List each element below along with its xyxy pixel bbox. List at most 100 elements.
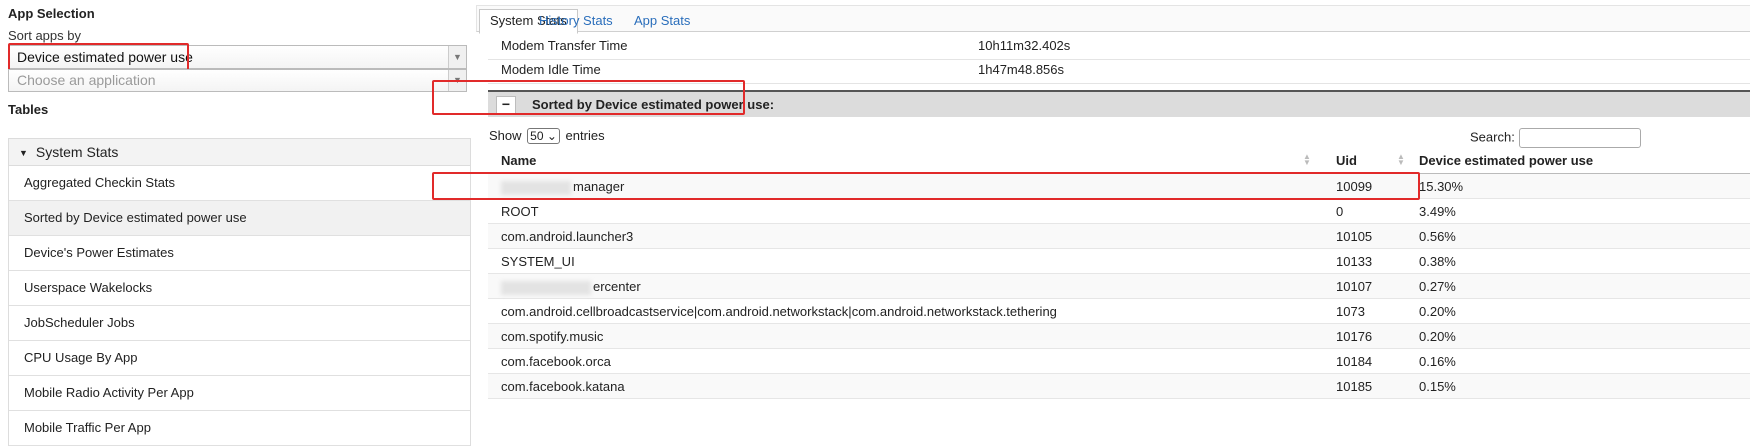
cell-name-text: com.spotify.music (501, 329, 604, 344)
cell-name-text: SYSTEM_UI (501, 254, 575, 269)
entries-select[interactable]: 50 ⌄ (527, 128, 560, 144)
cell-power: 0.56% (1419, 229, 1456, 244)
cell-name-text: com.android.cellbroadcastservice|com.and… (501, 304, 1057, 319)
sort-label: Sort apps by (8, 28, 81, 43)
app-selection-heading: App Selection (8, 6, 95, 21)
tables-heading: Tables (8, 102, 49, 117)
app-select[interactable]: Choose an application ▼ (8, 69, 467, 92)
table-row[interactable]: com.android.launcher3 10105 0.56% (488, 224, 1750, 249)
column-header-name[interactable]: Name (501, 153, 536, 168)
cell-uid: 10099 (1336, 179, 1373, 194)
search-label: Search: (1470, 129, 1515, 145)
kv-value: 1h47m48.856s (978, 62, 1065, 77)
tab-app-stats[interactable]: App Stats (634, 10, 690, 32)
cell-uid: 0 (1336, 204, 1344, 219)
cell-power: 0.15% (1419, 379, 1456, 394)
kv-key: Modem Idle Time (501, 62, 601, 77)
left-panel: App Selection Sort apps by Device estima… (0, 0, 471, 446)
table-row[interactable]: ercenter 10107 0.27% (488, 274, 1750, 299)
kv-key: Modem Transfer Time (501, 38, 628, 53)
page-length-control: Show 50 ⌄ entries (489, 128, 605, 144)
table-row[interactable]: ROOT 0 3.49% (488, 199, 1750, 224)
cell-name: com.facebook.katana (501, 379, 625, 394)
power-table: Name ▲ ▼ Uid ▲ ▼ Device estimated power us… (488, 147, 1750, 399)
search-input[interactable] (1518, 128, 1641, 148)
cell-name-text: ROOT (501, 204, 539, 219)
table-item-power-estimates[interactable]: Device's Power Estimates (9, 236, 470, 271)
cell-name: ROOT (501, 204, 539, 219)
column-header-uid[interactable]: Uid (1336, 153, 1357, 168)
table-item-userspace-wakelocks[interactable]: Userspace Wakelocks (9, 271, 470, 306)
table-row[interactable]: com.facebook.orca 10184 0.16% (488, 349, 1750, 374)
search-control: Search: (1470, 128, 1641, 148)
cell-power: 3.49% (1419, 204, 1456, 219)
dropdown-arrow-icon: ▼ (448, 46, 466, 68)
app-select-placeholder: Choose an application (17, 72, 156, 88)
column-header-power[interactable]: Device estimated power use (1419, 153, 1593, 168)
cell-name: com.android.launcher3 (501, 229, 633, 244)
kv-row: Modem Transfer Time 10h11m32.402s (488, 33, 1750, 60)
table-header: Name ▲ ▼ Uid ▲ ▼ Device estimated power us… (488, 147, 1750, 174)
redaction-blur (501, 180, 571, 195)
redaction-blur (501, 280, 591, 295)
chevron-down-icon: ⌄ (546, 129, 557, 143)
cell-uid: 10176 (1336, 329, 1373, 344)
cell-name: manager (501, 179, 624, 195)
cell-power: 0.20% (1419, 304, 1456, 319)
cell-uid: 10107 (1336, 279, 1373, 294)
sort-select[interactable]: Device estimated power use ▼ (8, 45, 467, 69)
cell-name: ercenter (501, 279, 641, 295)
cell-name: SYSTEM_UI (501, 254, 575, 269)
section-title: Sorted by Device estimated power use: (532, 97, 775, 112)
cell-name: com.android.cellbroadcastservice|com.and… (501, 304, 1057, 319)
show-suffix: entries (565, 128, 605, 143)
tab-history-stats-label: History Stats (539, 13, 613, 28)
table-row[interactable]: manager 10099 15.30% (488, 174, 1750, 199)
cell-uid: 10184 (1336, 354, 1373, 369)
sort-icon: ▲ ▼ (1397, 152, 1405, 167)
collapse-toggle-button[interactable]: − (496, 96, 516, 114)
cell-power: 0.38% (1419, 254, 1456, 269)
table-item-sorted-by-power[interactable]: Sorted by Device estimated power use (9, 201, 470, 236)
table-row[interactable]: com.android.cellbroadcastservice|com.and… (488, 299, 1750, 324)
show-prefix: Show (489, 128, 522, 143)
kv-value: 10h11m32.402s (978, 38, 1071, 53)
dropdown-arrow-icon: ▼ (448, 70, 466, 91)
section-header[interactable]: − Sorted by Device estimated power use: (488, 90, 1750, 117)
cell-uid: 10185 (1336, 379, 1373, 394)
table-item-mobile-radio-activity[interactable]: Mobile Radio Activity Per App (9, 376, 470, 411)
sort-icon: ▲ ▼ (1303, 152, 1311, 167)
table-row[interactable]: SYSTEM_UI 10133 0.38% (488, 249, 1750, 274)
table-item-jobscheduler-jobs[interactable]: JobScheduler Jobs (9, 306, 470, 341)
cell-name-text: com.android.launcher3 (501, 229, 634, 244)
table-body: manager 10099 15.30% ROOT 0 3.49% com.android.… (488, 174, 1750, 399)
table-item-mobile-traffic[interactable]: Mobile Traffic Per App (9, 411, 470, 446)
cell-power: 0.20% (1419, 329, 1456, 344)
tab-bar: System Stats History Stats App Stats (476, 5, 1750, 34)
tables-list: ▼ System Stats Aggregated Checkin Stats S… (8, 138, 471, 446)
cell-uid: 10105 (1336, 229, 1373, 244)
stats-content: Modem Transfer Time 10h11m32.402s Modem … (488, 33, 1750, 426)
table-row[interactable]: com.facebook.katana 10185 0.15% (488, 374, 1750, 399)
cell-name-text: com.facebook.katana (501, 379, 625, 394)
cell-name-text: manager (573, 179, 625, 194)
table-row[interactable]: com.spotify.music 10176 0.20% (488, 324, 1750, 349)
group-system-stats[interactable]: ▼ System Stats (8, 138, 471, 166)
cell-power: 0.27% (1419, 279, 1456, 294)
sort-select-value: Device estimated power use (17, 49, 193, 65)
kv-row: Modem Idle Time 1h47m48.856s (488, 57, 1750, 84)
cell-uid: 1073 (1336, 304, 1365, 319)
group-label: System Stats (35, 144, 119, 160)
cell-name: com.spotify.music (501, 329, 603, 344)
cell-name-text: com.facebook.orca (501, 354, 611, 369)
table-item-cpu-usage[interactable]: CPU Usage By App (9, 341, 470, 376)
tab-history-stats[interactable]: History Stats (539, 10, 613, 32)
cell-power: 15.30% (1419, 179, 1464, 194)
cell-power: 0.16% (1419, 354, 1456, 369)
cell-uid: 10133 (1336, 254, 1373, 269)
caret-down-icon: ▼ (19, 148, 28, 158)
entries-value: 50 (530, 129, 544, 143)
cell-name-text: ercenter (593, 279, 641, 294)
table-item-aggregated-checkin-stats[interactable]: Aggregated Checkin Stats (9, 166, 470, 201)
cell-name: com.facebook.orca (501, 354, 611, 369)
